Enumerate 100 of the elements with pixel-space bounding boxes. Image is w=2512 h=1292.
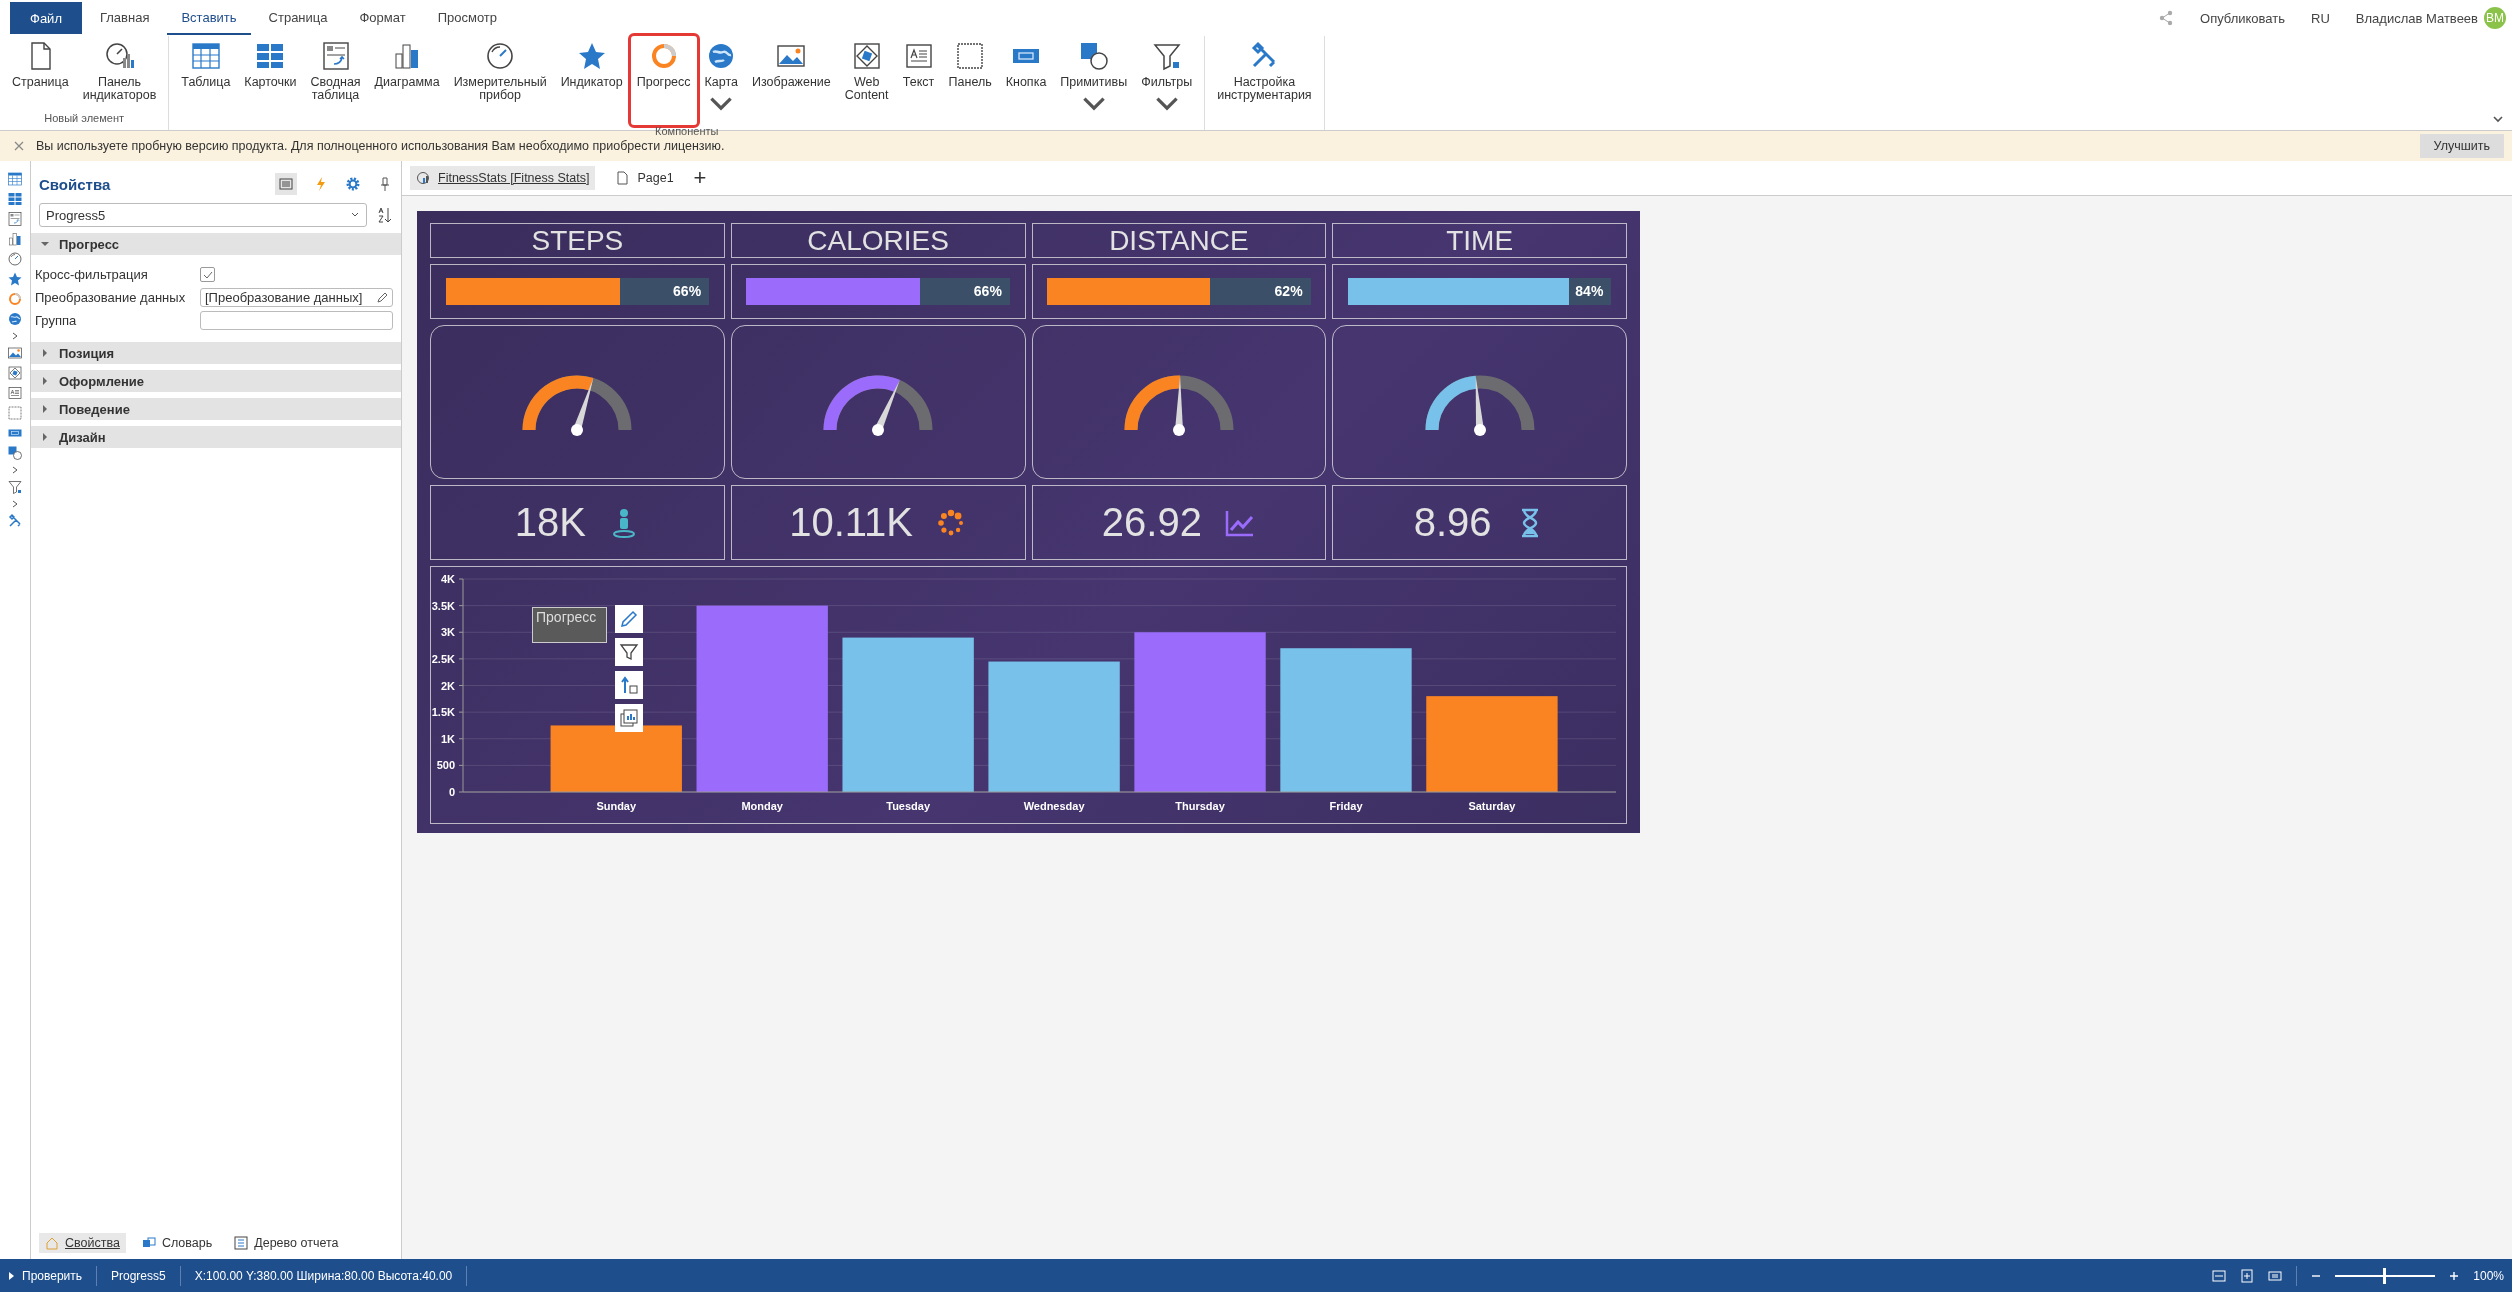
ribbon-button[interactable]: Измерительный прибор	[447, 36, 553, 125]
position-readout: X:100.00 Y:380.00 Ширина:80.00 Высота:40.00	[194, 1268, 453, 1283]
upgrade-button[interactable]: Улучшить	[2419, 134, 2504, 158]
card-title: TIME	[1446, 224, 1514, 257]
ribbon-button[interactable]: Панель	[942, 36, 998, 125]
ribbon-button[interactable]: Изображение	[746, 36, 837, 125]
section-header[interactable]: Оформление	[31, 370, 401, 392]
share-icon[interactable]	[2158, 10, 2175, 26]
ribbon-button[interactable]: Сводная таблица	[304, 36, 367, 125]
component-select[interactable]: Progress5	[39, 203, 367, 227]
ribbon-button[interactable]: Прогресс	[630, 36, 697, 125]
panel-title: Свойства	[39, 175, 112, 193]
ribbon-button[interactable]: Текст	[896, 36, 941, 125]
language-button[interactable]: RU	[2311, 10, 2330, 26]
ribbon-button[interactable]: Индикатор	[554, 36, 629, 125]
table-icon	[7, 171, 23, 187]
ribbon-tab[interactable]: Главная	[85, 1, 164, 35]
arrow-up-icon	[619, 675, 639, 695]
ribbon-button[interactable]: Панель индикаторов	[76, 36, 163, 112]
ribbon-button[interactable]: Страница	[6, 36, 75, 112]
zoom-in-icon[interactable]	[2449, 1270, 2460, 1281]
add-page-button[interactable]: +	[693, 169, 707, 187]
hourglass-icon	[1520, 508, 1539, 537]
card-title: DISTANCE	[1109, 224, 1249, 257]
axis-label: 3.5K	[431, 599, 455, 612]
ribbon-button[interactable]: Кнопка	[999, 36, 1053, 125]
ribbon-button[interactable]: Таблица	[175, 36, 237, 125]
edit-button[interactable]	[615, 605, 643, 633]
zoom-level: 100%	[2473, 1268, 2504, 1283]
ribbon-button[interactable]: Карточки	[238, 36, 303, 125]
check-button[interactable]: Проверить	[8, 1268, 82, 1283]
group-label: Новый элемент	[44, 112, 124, 124]
metric-value: 8.96	[1413, 500, 1492, 545]
property-label: Группа	[35, 313, 78, 328]
metric-value: 26.92	[1101, 500, 1202, 545]
group-label: Компоненты	[655, 125, 719, 137]
ribbon-button[interactable]: Web Content	[838, 36, 895, 125]
property-label: Преобразование данных	[35, 290, 187, 305]
gauge-icon	[7, 251, 23, 267]
file-menu-button[interactable]: Файл	[10, 2, 82, 34]
ribbon-tab[interactable]: Вставить	[167, 1, 251, 35]
checkbox[interactable]	[200, 267, 215, 282]
filter-icon	[619, 642, 639, 662]
ribbon-button[interactable]: Карта	[698, 36, 744, 125]
section-header[interactable]: Прогресс	[31, 233, 401, 255]
section-header[interactable]: Поведение	[31, 398, 401, 420]
fit-page-icon[interactable]	[2240, 1268, 2255, 1283]
list-view-button[interactable]	[275, 173, 297, 195]
bar-chart-icon	[619, 708, 639, 728]
globe-icon	[7, 311, 23, 327]
tools-icon	[7, 513, 23, 529]
filter-button[interactable]	[615, 638, 643, 666]
publish-link[interactable]: Опубликовать	[2200, 10, 2286, 26]
sort-icon[interactable]	[377, 206, 393, 224]
section-header[interactable]: Позиция	[31, 342, 401, 364]
progress-reading: 84%	[1575, 283, 1604, 299]
panel-icon	[7, 405, 23, 421]
multi-page-icon[interactable]	[2268, 1268, 2283, 1283]
chevron-icon[interactable]	[10, 465, 20, 475]
ribbon-button[interactable]: Фильтры	[1135, 36, 1199, 125]
section-header[interactable]: Дизайн	[31, 426, 401, 448]
group-field[interactable]	[200, 311, 393, 330]
panel-tab[interactable]: Свойства	[39, 1233, 126, 1253]
document-tab[interactable]: FitnessStats [Fitness Stats]	[410, 166, 596, 190]
ribbon-tab[interactable]: Страница	[254, 1, 342, 35]
ribbon-button[interactable]: Примитивы	[1054, 36, 1134, 125]
close-icon[interactable]	[14, 141, 24, 151]
user-name[interactable]: Владислав Матвеев	[2355, 10, 2478, 26]
text-icon	[7, 385, 23, 401]
sort-button[interactable]	[615, 671, 643, 699]
image-icon	[7, 345, 23, 361]
document-tab[interactable]: Page1	[609, 166, 680, 190]
data-transform-field[interactable]: [Преобразование данных]	[200, 288, 393, 307]
pencil-icon	[619, 609, 639, 629]
triangle-icon	[41, 405, 49, 413]
panel-tab[interactable]: Дерево отчета	[228, 1233, 345, 1253]
panel-tab[interactable]: Словарь	[135, 1233, 219, 1253]
progress-reading: 66%	[673, 283, 702, 299]
selected-progress-element[interactable]: Прогресс	[532, 607, 607, 643]
collapse-icon[interactable]	[2492, 114, 2504, 124]
page-width-icon[interactable]	[2212, 1268, 2227, 1283]
dots-ring-icon	[938, 509, 964, 535]
chevron-icon[interactable]	[10, 499, 20, 509]
dashboard-icon	[416, 171, 430, 185]
tree-icon	[234, 1236, 249, 1250]
settings-icon[interactable]	[345, 176, 361, 192]
progress-reading: 62%	[1274, 283, 1303, 299]
axis-label: 3K	[440, 626, 455, 639]
ribbon-tab[interactable]: Просмотр	[423, 1, 512, 35]
progress-reading: 66%	[973, 283, 1002, 299]
axis-label: Monday	[741, 800, 783, 812]
chevron-icon[interactable]	[10, 331, 20, 341]
chart-type-button[interactable]	[615, 704, 643, 732]
ribbon-tab[interactable]: Формат	[345, 1, 420, 35]
ribbon-button[interactable]: Настройка инструментария	[1211, 36, 1318, 112]
card-title: CALORIES	[807, 224, 949, 257]
list-icon	[278, 176, 294, 192]
ribbon-button[interactable]: Диаграмма	[368, 36, 446, 125]
property-label: Кросс-фильтрация	[35, 267, 149, 282]
shapes-icon	[7, 445, 23, 461]
